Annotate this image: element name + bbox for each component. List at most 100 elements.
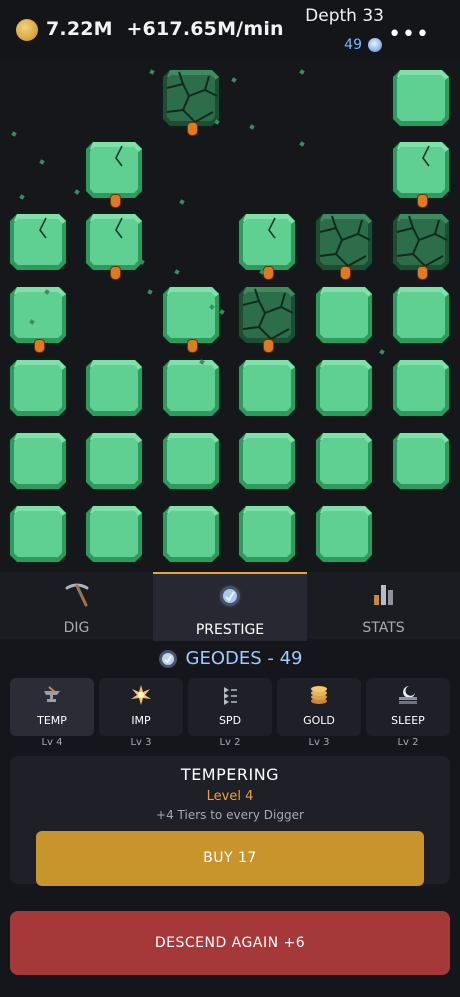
digger-miner-icon [417, 194, 428, 208]
bar-chart-icon [373, 585, 393, 605]
rock-block[interactable] [235, 429, 299, 493]
coin-icon [16, 19, 38, 41]
cracked-rock-block[interactable] [312, 210, 376, 274]
impact-burst-icon [131, 685, 151, 705]
rock-debris [379, 349, 385, 355]
upgrade-imp-label: IMP [131, 714, 151, 727]
detail-description: +4 Tiers to every Digger [156, 808, 304, 822]
upgrade-temp[interactable]: TEMP [10, 678, 94, 736]
geodes-label: GEODES - 49 [185, 648, 303, 669]
rock-block[interactable] [82, 210, 146, 274]
rock-debris [11, 131, 17, 137]
rock-debris [19, 194, 25, 200]
rock-block[interactable] [6, 283, 70, 347]
rock-block[interactable] [6, 356, 70, 420]
geode-icon [218, 584, 242, 608]
digger-miner-icon [263, 339, 274, 353]
tab-prestige[interactable]: PRESTIGE [153, 572, 307, 641]
rock-debris [299, 69, 305, 75]
money-readout: 7.22M +617.65M/min [46, 18, 284, 40]
tab-bar: DIG PRESTIGE STATS [0, 572, 460, 641]
rock-debris [147, 289, 153, 295]
rock-block[interactable] [312, 429, 376, 493]
rock-debris [179, 199, 185, 205]
money-amount: 7.22M [46, 18, 113, 40]
rock-debris [174, 269, 180, 275]
detail-title: TEMPERING [180, 765, 280, 784]
rock-block[interactable] [159, 283, 223, 347]
depth-label: Depth 33 [305, 6, 384, 26]
anvil-icon [44, 686, 60, 702]
rock-block[interactable] [159, 502, 223, 566]
upgrade-gold[interactable]: GOLD [277, 678, 361, 736]
rock-block[interactable] [312, 502, 376, 566]
pickaxe-icon [65, 583, 88, 607]
upgrade-spd-label: SPD [218, 714, 242, 727]
upgrade-temp-level: Lv 4 [41, 737, 63, 748]
upgrade-gold-label: GOLD [303, 714, 335, 727]
rock-block[interactable] [159, 429, 223, 493]
speed-arrows-icon [224, 687, 237, 705]
rock-block[interactable] [235, 356, 299, 420]
buy-button[interactable]: BUY 17 [36, 831, 424, 886]
tab-dig-label: DIG [63, 620, 90, 636]
upgrade-temp-label: TEMP [37, 714, 67, 727]
rock-block[interactable] [312, 356, 376, 420]
geodes-header: GEODES - 49 [0, 648, 460, 669]
digger-miner-icon [34, 339, 45, 353]
upgrade-detail-card: TEMPERING Level 4 +4 Tiers to every Digg… [10, 756, 450, 886]
detail-level: Level 4 [206, 789, 254, 804]
rock-block[interactable] [389, 429, 453, 493]
upgrade-spd[interactable]: SPD [188, 678, 272, 736]
rock-block[interactable] [312, 283, 376, 347]
moon-bed-icon [399, 686, 417, 704]
rock-block[interactable] [389, 283, 453, 347]
rock-debris [299, 141, 305, 147]
rock-block[interactable] [82, 502, 146, 566]
rock-debris [39, 159, 45, 165]
digger-miner-icon [110, 194, 121, 208]
upgrade-sleep-label: SLEEP [391, 714, 425, 727]
tab-dig[interactable]: DIG [0, 572, 153, 639]
money-rate: +617.65M/min [126, 18, 284, 40]
rock-block[interactable] [389, 138, 453, 202]
rock-debris [231, 77, 237, 83]
descend-again-button[interactable]: DESCEND AGAIN +6 [10, 911, 450, 975]
rock-block[interactable] [389, 66, 453, 130]
rock-block[interactable] [235, 210, 299, 274]
rock-block[interactable] [82, 429, 146, 493]
rock-block[interactable] [6, 210, 70, 274]
rock-block[interactable] [6, 502, 70, 566]
upgrade-spd-level: Lv 2 [219, 737, 241, 748]
tab-prestige-label: PRESTIGE [195, 622, 265, 638]
cracked-rock-block[interactable] [235, 283, 299, 347]
rock-block[interactable] [82, 356, 146, 420]
upgrade-gold-level: Lv 3 [308, 737, 330, 748]
upgrade-imp[interactable]: IMP [99, 678, 183, 736]
rock-block[interactable] [159, 356, 223, 420]
dig-field[interactable] [0, 60, 460, 572]
digger-miner-icon [263, 266, 274, 280]
upgrade-sleep-level: Lv 2 [397, 737, 419, 748]
rock-block[interactable] [389, 356, 453, 420]
rock-debris [149, 69, 155, 75]
digger-miner-icon [187, 122, 198, 136]
tab-stats[interactable]: STATS [307, 572, 460, 639]
cracked-rock-block[interactable] [389, 210, 453, 274]
geode-icon [368, 38, 382, 52]
digger-miner-icon [110, 266, 121, 280]
rock-block[interactable] [6, 429, 70, 493]
digger-miner-icon [417, 266, 428, 280]
geodes-count: 49 [344, 37, 362, 53]
digger-miner-icon [187, 339, 198, 353]
rock-block[interactable] [82, 138, 146, 202]
upgrade-sleep[interactable]: SLEEP [366, 678, 450, 736]
digger-miner-icon [340, 266, 351, 280]
rock-block[interactable] [235, 502, 299, 566]
cracked-rock-block[interactable] [159, 66, 223, 130]
tab-stats-label: STATS [362, 620, 405, 636]
rock-debris [74, 189, 80, 195]
more-dots-icon[interactable]: ••• [388, 24, 430, 46]
top-bar: 7.22M +617.65M/min Depth 33 49 ••• [0, 0, 460, 60]
upgrade-list: TEMP Lv 4 IMP Lv 3 SPD Lv 2 GOLD Lv 3 SL… [10, 678, 450, 750]
